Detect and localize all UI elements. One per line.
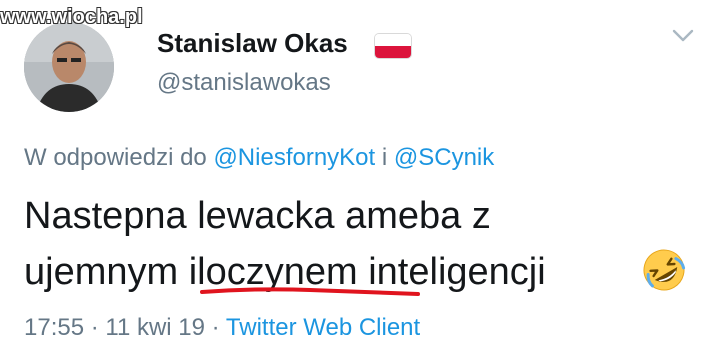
mention-link[interactable]: @SCynik (394, 144, 494, 171)
chevron-down-icon[interactable] (672, 28, 694, 44)
meta-separator: · (205, 314, 226, 341)
avatar[interactable] (24, 22, 114, 112)
reply-prefix: W odpowiedzi do (24, 144, 214, 171)
avatar-photo-icon (24, 22, 114, 112)
tweet-text-part: ujemnym (24, 251, 189, 293)
tweet-line-1: Nastepna lewacka ameba z (24, 195, 491, 237)
rolling-on-the-floor-laughing-emoji-icon (643, 249, 686, 291)
red-underline-mark (200, 287, 420, 296)
tweet-client-link[interactable]: Twitter Web Client (226, 314, 420, 341)
author-display-name[interactable]: Stanislaw Okas (157, 28, 348, 59)
author-handle[interactable]: @stanislawokas (157, 69, 331, 97)
reply-connector: i (375, 144, 394, 171)
tweet-meta: 17:55 · 11 kwi 19 · Twitter Web Client (24, 314, 420, 342)
meta-separator: · (84, 314, 106, 341)
tweet-date[interactable]: 11 kwi 19 (105, 314, 205, 341)
poland-flag-icon (375, 34, 411, 58)
mention-link[interactable]: @NiesfornyKot (213, 144, 375, 171)
watermark-text: www.wiocha.pl (0, 6, 143, 28)
tweet-time[interactable]: 17:55 (24, 314, 84, 341)
reply-context: W odpowiedzi do @NiesfornyKot i @SCynik (24, 144, 494, 172)
